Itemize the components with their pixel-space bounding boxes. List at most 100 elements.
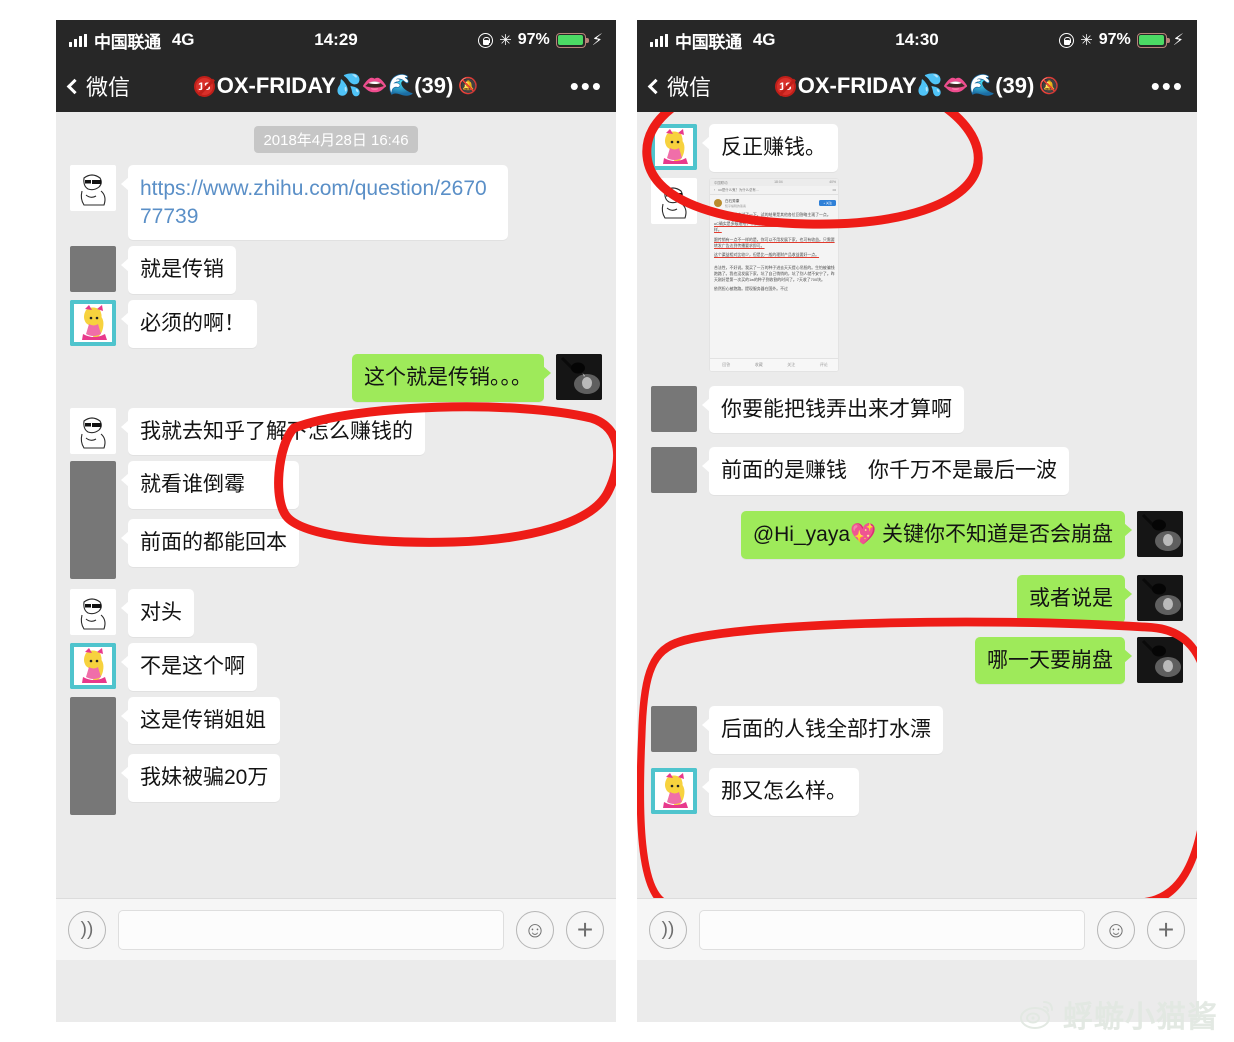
embedded-nav-bar: ‹ uu是什么鬼？为什么总有… ••• xyxy=(710,185,838,195)
embedded-tab: 关注 xyxy=(787,361,796,367)
avatar[interactable] xyxy=(70,165,116,211)
embedded-paragraph: uC确实是多级理给，下家越多拿到的买金种子越多，这一点跟传销一样。 xyxy=(714,221,832,233)
carrier-label: 中国联通 xyxy=(675,32,742,52)
avatar[interactable] xyxy=(1137,636,1183,683)
chat-title: 18 OX-FRIDAY 💦 👄 🌊 (39) 🔕 xyxy=(637,73,1197,99)
voice-wave-icon[interactable]: )) xyxy=(68,910,106,949)
avatar[interactable] xyxy=(651,768,697,815)
rotation-lock-icon xyxy=(478,32,494,48)
member-count: (39) xyxy=(414,73,454,98)
message-row: 必须的啊！ xyxy=(56,294,616,348)
embedded-tab: 回答 xyxy=(722,361,731,367)
chat-scroll-area[interactable]: 反正赚钱。 中国联动 18:04 40% ‹ uu是什么鬼？为什么总有… •••… xyxy=(637,112,1197,960)
message-row: https://www.zhihu.com/question/267077739 xyxy=(56,159,616,241)
avatar[interactable] xyxy=(1137,574,1183,621)
embedded-avatar xyxy=(714,199,722,208)
charging-bolt-icon: ⚡ xyxy=(1172,32,1184,49)
phone-screenshot-left: 中国联通 4G 14:29 ✳ 97% ⚡ 微信 18 OX-FRIDAY 💦 xyxy=(56,20,616,1022)
avatar[interactable] xyxy=(651,706,697,753)
avatar[interactable] xyxy=(651,124,697,170)
avatar[interactable] xyxy=(70,461,116,580)
message-input-field[interactable] xyxy=(118,909,504,950)
message-bubble[interactable]: https://www.zhihu.com/question/267077739 xyxy=(121,165,508,241)
smiley-face-icon[interactable]: ☺ xyxy=(516,910,554,949)
embedded-paragraph: 这个渠益相对比较少，但是比一般的理财产品收益要好一点。 xyxy=(714,252,820,258)
embedded-follow-button: + 关注 xyxy=(819,200,836,207)
lips-emoji-icon: 👄 xyxy=(361,74,389,97)
embedded-battery: 40% xyxy=(829,180,836,185)
chat-title-text: OX-FRIDAY xyxy=(797,73,917,98)
avatar[interactable] xyxy=(70,643,116,690)
message-link[interactable]: https://www.zhihu.com/question/267077739 xyxy=(140,177,487,228)
image-message-bubble[interactable]: 中国联动 18:04 40% ‹ uu是什么鬼？为什么总有… ••• 白石秀康 … xyxy=(709,177,839,372)
message-bubble[interactable]: 那又怎么样。 xyxy=(702,768,859,816)
message-bubble[interactable]: @Hi_yaya💖 关键你不知道是否会崩盘 xyxy=(740,511,1133,559)
avatar[interactable] xyxy=(70,696,116,815)
wave-emoji-icon: 🌊 xyxy=(969,74,996,97)
message-input-bar: )) ☺ + xyxy=(56,898,616,960)
chat-title-text: OX-FRIDAY xyxy=(216,73,336,98)
message-bubble[interactable]: 前面的是赚钱 你千万不是最后一波 xyxy=(702,447,1069,496)
message-bubble[interactable]: 就是传销 xyxy=(121,246,236,295)
date-separator: 2018年4月28日 16:46 xyxy=(254,126,418,153)
back-button[interactable]: 微信 xyxy=(647,70,711,102)
embedded-paragraph: 跟传销有一点不一样的是，你可以不用发展下家，也可有收益。只需要转发广告达到传播要… xyxy=(714,236,835,248)
embedded-back-icon: ‹ xyxy=(714,187,716,192)
message-row: 我就去知乎了解下怎么赚钱的 xyxy=(56,402,616,456)
message-bubble[interactable]: 我妹被骗20万 xyxy=(120,754,281,803)
weibo-logo-icon xyxy=(1020,1001,1053,1029)
chat-title: 18 OX-FRIDAY 💦 👄 🌊 (39) 🔕 xyxy=(56,73,616,99)
avatar[interactable] xyxy=(556,353,602,400)
avatar[interactable] xyxy=(70,300,116,347)
more-dots-icon[interactable]: ••• xyxy=(570,73,603,99)
message-bubble[interactable]: 前面的都能回本 xyxy=(121,519,299,567)
phone-screenshot-right: 中国联通 4G 14:30 ✳ 97% ⚡ 微信 18 OX-FRIDAY 💦 … xyxy=(637,20,1197,1022)
embedded-tab: 评论 xyxy=(819,361,828,367)
plus-icon[interactable]: + xyxy=(1147,910,1185,949)
signal-bars-icon xyxy=(69,33,87,47)
no-18-badge-icon: 18 xyxy=(774,75,796,97)
member-count: (39) xyxy=(995,73,1035,98)
message-row: 就是传销 xyxy=(56,240,616,295)
status-bar: 中国联通 4G 14:30 ✳ 97% ⚡ xyxy=(637,20,1197,60)
message-row: 这个就是传销。。。 xyxy=(56,348,616,402)
embedded-author-row: 白石秀康 知乎编辑的答案 + 关注 xyxy=(714,199,836,208)
message-bubble[interactable]: 我就去知乎了解下怎么赚钱的 xyxy=(121,407,425,456)
avatar[interactable] xyxy=(651,447,697,494)
avatar[interactable] xyxy=(70,589,116,636)
message-bubble[interactable]: 必须的啊！ xyxy=(121,300,257,348)
avatar[interactable] xyxy=(70,407,116,454)
watermark: 蜉蝣小猫酱 xyxy=(1020,992,1218,1036)
avatar[interactable] xyxy=(651,177,697,224)
avatar[interactable] xyxy=(1137,511,1183,558)
message-bubble[interactable]: 就看谁倒霉 xyxy=(121,461,299,510)
carrier-label: 中国联通 xyxy=(94,32,161,52)
avatar[interactable] xyxy=(70,246,116,293)
message-row: 对头 xyxy=(56,579,616,638)
more-dots-icon[interactable]: ••• xyxy=(1151,73,1184,99)
embedded-screenshot: 中国联动 18:04 40% ‹ uu是什么鬼？为什么总有… ••• 白石秀康 … xyxy=(710,178,838,371)
avatar[interactable] xyxy=(651,385,697,432)
message-bubble[interactable]: 这是传销姐姐 xyxy=(120,696,281,745)
chat-scroll-area[interactable]: 2018年4月28日 16:46 https://www.zhihu.com/q… xyxy=(56,112,616,960)
smiley-face-icon[interactable]: ☺ xyxy=(1097,910,1135,949)
embedded-nav-title: uu是什么鬼？为什么总有… xyxy=(718,188,760,193)
message-bubble[interactable]: 或者说是 xyxy=(1017,574,1132,623)
status-bar: 中国联通 4G 14:29 ✳ 97% ⚡ xyxy=(56,20,616,60)
plus-icon[interactable]: + xyxy=(566,910,604,949)
message-bubble[interactable]: 不是这个啊 xyxy=(121,643,257,691)
message-bubble[interactable]: 这个就是传销。。。 xyxy=(352,353,551,402)
message-bubble[interactable]: 反正赚钱。 xyxy=(702,124,838,172)
voice-wave-icon[interactable]: )) xyxy=(649,910,687,949)
back-button[interactable]: 微信 xyxy=(66,70,130,102)
message-bubble[interactable]: 对头 xyxy=(121,589,194,638)
lips-emoji-icon: 👄 xyxy=(942,74,970,97)
nav-bar: 微信 18 OX-FRIDAY 💦 👄 🌊 (39) 🔕 ••• xyxy=(637,60,1197,112)
message-bubble[interactable]: 后面的人钱全部打水漂 xyxy=(702,706,943,755)
message-bubble[interactable]: 你要能把钱弄出来才算啊 xyxy=(702,385,964,434)
message-input-field[interactable] xyxy=(699,909,1085,950)
embedded-author-name: 白石秀康 xyxy=(725,198,740,203)
message-bubble[interactable]: 哪一天要崩盘 xyxy=(975,636,1132,685)
signal-bars-icon xyxy=(650,33,668,47)
nav-bar: 微信 18 OX-FRIDAY 💦 👄 🌊 (39) 🔕 ••• xyxy=(56,60,616,112)
